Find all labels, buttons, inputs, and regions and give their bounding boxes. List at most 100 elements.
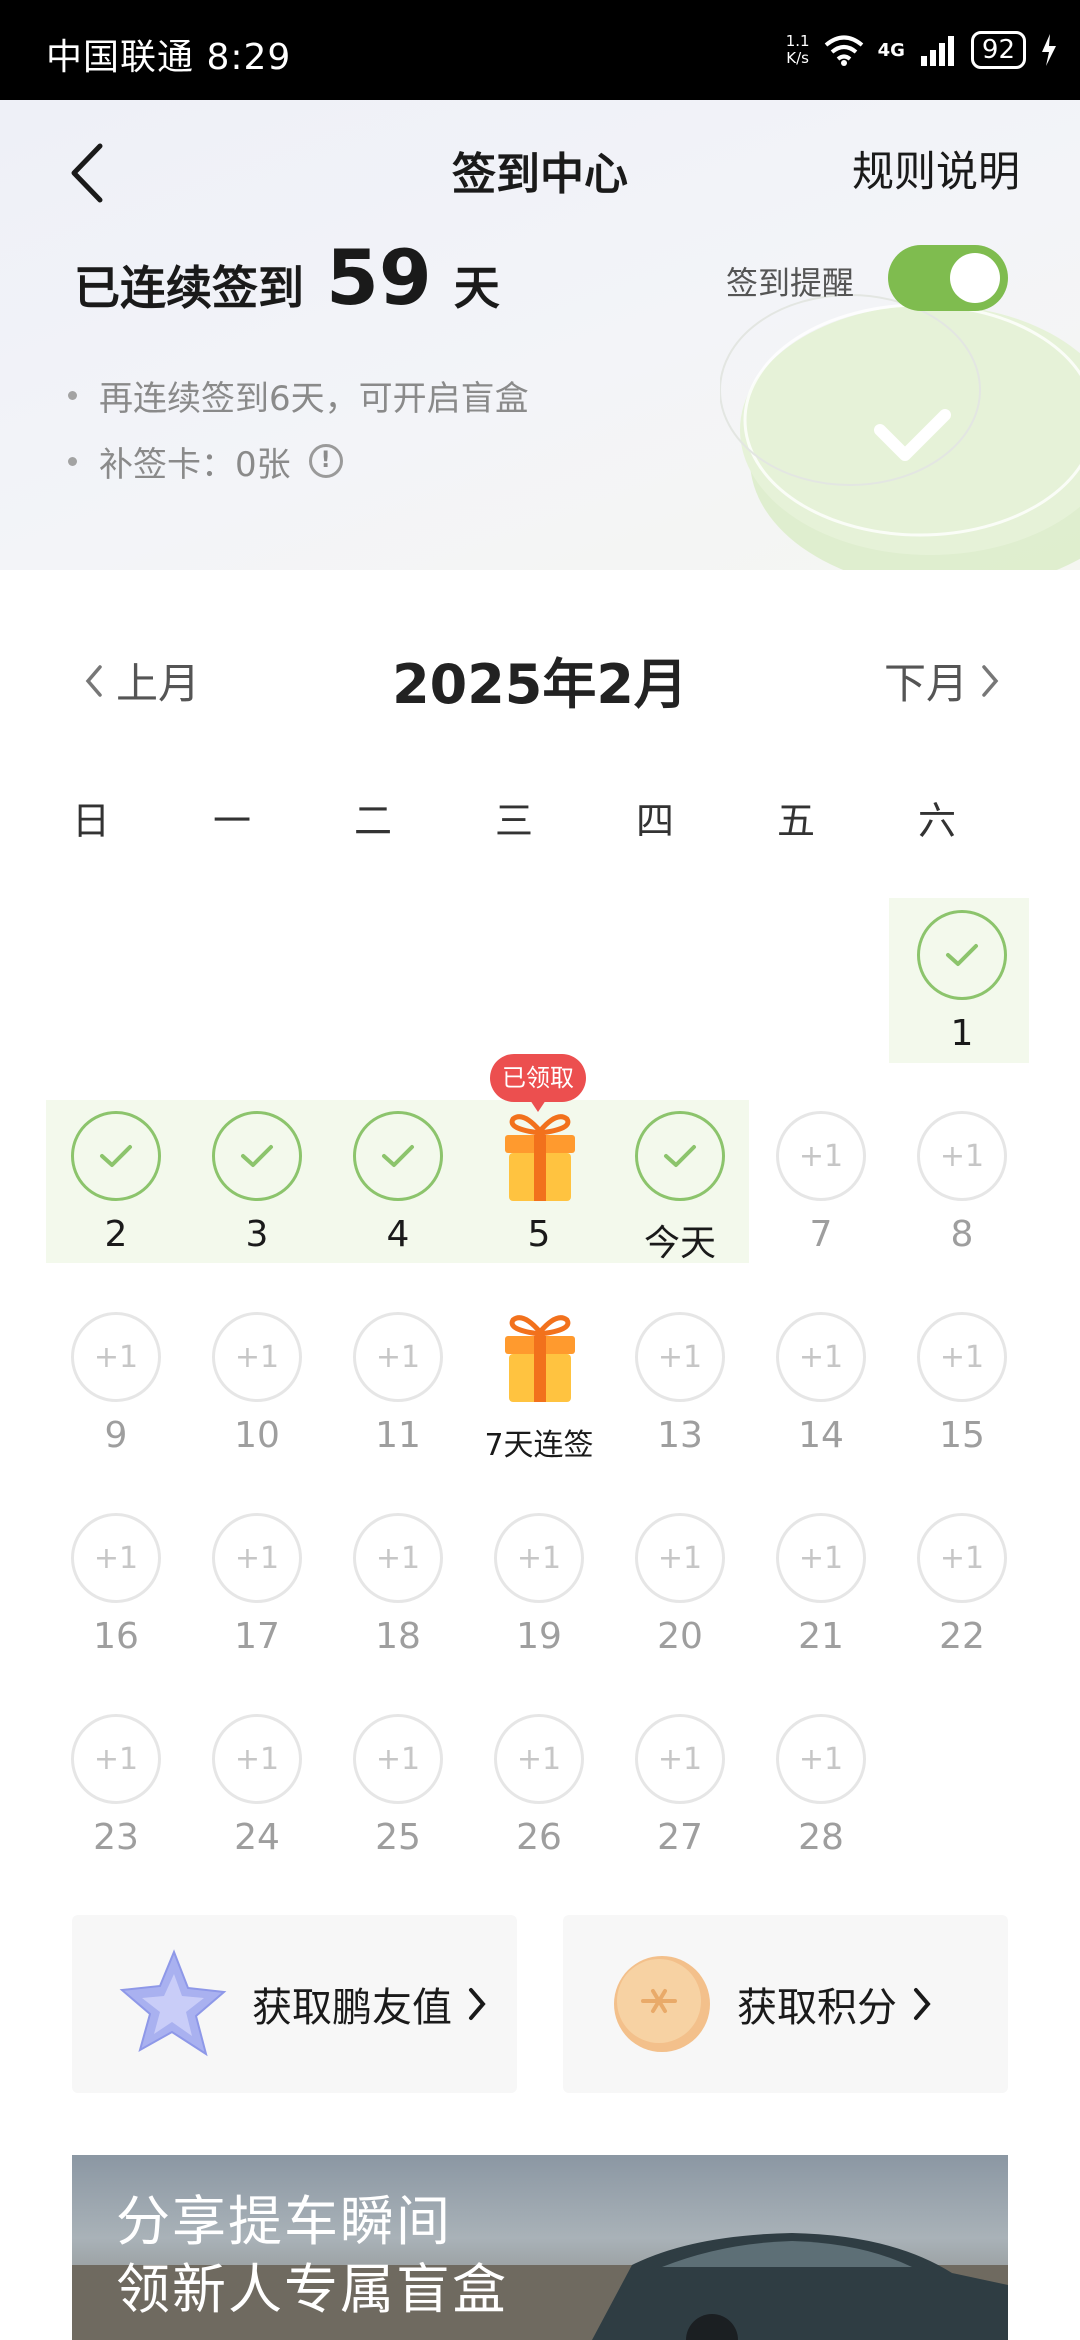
coin-icon (614, 1956, 710, 2052)
calendar-day[interactable]: +1 16 (46, 1501, 186, 1681)
chevron-right-icon (914, 1988, 931, 2020)
day-label: 18 (375, 1616, 421, 1657)
calendar-day[interactable]: 2 (46, 1099, 186, 1279)
calendar-day[interactable]: 3 (187, 1099, 327, 1279)
info-icon[interactable]: ! (308, 444, 343, 478)
checked-circle (353, 1111, 443, 1201)
day-label: 8 (950, 1214, 974, 1255)
streak-days: 59 (326, 233, 432, 322)
next-month-button[interactable]: 下月 (884, 650, 1002, 711)
weekday-label: 六 (917, 799, 956, 843)
calendar-day[interactable]: +1 20 (610, 1501, 750, 1681)
get-friend-value-card[interactable]: 获取鹏友值 (72, 1915, 517, 2093)
calendar-day[interactable]: +1 22 (892, 1501, 1032, 1681)
calendar-day[interactable]: +1 27 (610, 1702, 750, 1882)
day-label: 14 (798, 1415, 844, 1456)
day-label: 22 (939, 1616, 985, 1657)
calendar-day[interactable]: +1 24 (187, 1702, 327, 1882)
reminder-label: 签到提醒 (726, 264, 855, 302)
battery-level: 92 (970, 31, 1026, 69)
check-icon (241, 1145, 273, 1167)
day-label: 23 (93, 1817, 139, 1858)
gift-box-icon (505, 1114, 575, 1201)
chevron-right-icon (982, 664, 999, 697)
points-circle: +1 (353, 1513, 443, 1603)
day-label: 15 (939, 1415, 985, 1456)
calendar-day[interactable]: +1 7 (751, 1099, 891, 1279)
day-label: 10 (234, 1415, 280, 1456)
day-label: 17 (234, 1616, 280, 1657)
bullet-makeup-card: 补签卡：0张 ! (68, 428, 529, 494)
carrier-time: 中国联通 8:29 (46, 37, 292, 78)
chevron-right-icon (469, 1988, 486, 2020)
day-label: 1 (950, 1013, 974, 1054)
points-circle: +1 (494, 1513, 584, 1603)
points-circle: +1 (635, 1714, 725, 1804)
check-icon (664, 1145, 696, 1167)
bullet-blind-box: 再连续签到6天，可开启盲盒 (68, 362, 529, 428)
calendar-day[interactable]: +1 21 (751, 1501, 891, 1681)
calendar-day[interactable]: +1 18 (328, 1501, 468, 1681)
calendar-day[interactable]: 4 (328, 1099, 468, 1279)
streak-suffix: 天 (453, 261, 500, 315)
checked-circle (71, 1111, 161, 1201)
calendar-day[interactable]: +1 28 (751, 1702, 891, 1882)
calendar-day[interactable]: +1 8 (892, 1099, 1032, 1279)
day-label: 9 (104, 1415, 128, 1456)
calendar-day[interactable]: 5 (469, 1099, 609, 1279)
network-speed: 1.1 K/s (785, 32, 810, 67)
day-label: 5 (527, 1214, 551, 1255)
day-label: 21 (798, 1616, 844, 1657)
points-circle: +1 (776, 1312, 866, 1402)
get-points-card[interactable]: 获取积分 (563, 1915, 1008, 2093)
calendar-day[interactable]: +1 25 (328, 1702, 468, 1882)
day-label: 26 (516, 1817, 562, 1858)
calendar-day[interactable]: +1 11 (328, 1300, 468, 1480)
weekday-label: 五 (776, 799, 815, 843)
rules-link[interactable]: 规则说明 (852, 138, 1020, 199)
calendar-day[interactable]: +1 17 (187, 1501, 327, 1681)
reminder-toggle[interactable] (888, 245, 1008, 311)
wifi-icon (824, 35, 863, 66)
promo-banner[interactable]: 分享提车瞬间 领新人专属盲盒 (72, 2155, 1008, 2340)
toggle-knob (950, 253, 1000, 303)
points-circle: +1 (494, 1714, 584, 1804)
card-label: 获取鹏友值 (252, 1985, 452, 2031)
calendar-day[interactable]: 1 (892, 898, 1032, 1078)
day-label: 7 (809, 1214, 833, 1255)
star-icon (119, 1949, 227, 2057)
points-circle: +1 (635, 1312, 725, 1402)
status-bar: 中国联通 8:29 1.1 K/s 4G 92 (0, 0, 1080, 100)
weekday-label: 四 (635, 799, 674, 843)
calendar-day[interactable]: 今天 (610, 1099, 750, 1279)
calendar-day[interactable]: +1 19 (469, 1501, 609, 1681)
calendar-day[interactable]: +1 14 (751, 1300, 891, 1480)
calendar-day[interactable]: 7天连签 (469, 1300, 609, 1480)
points-circle: +1 (917, 1111, 1007, 1201)
day-label: 28 (798, 1817, 844, 1858)
weekday-header: 日一二三四五六 (21, 790, 1021, 850)
day-label: 3 (245, 1214, 269, 1255)
points-circle: +1 (917, 1513, 1007, 1603)
weekday-label: 日 (71, 799, 110, 843)
check-icon (946, 944, 978, 966)
day-label: 7天连签 (484, 1428, 594, 1463)
points-circle: +1 (212, 1714, 302, 1804)
calendar-day[interactable]: +1 10 (187, 1300, 327, 1480)
calendar-day[interactable]: +1 13 (610, 1300, 750, 1480)
points-circle: +1 (776, 1513, 866, 1603)
calendar-day[interactable]: +1 26 (469, 1702, 609, 1882)
card-label: 获取积分 (737, 1985, 897, 2031)
points-circle: +1 (212, 1513, 302, 1603)
charging-icon (1042, 34, 1056, 66)
calendar-day[interactable]: +1 9 (46, 1300, 186, 1480)
day-label: 24 (234, 1817, 280, 1858)
weekday-label: 三 (494, 799, 533, 843)
day-label: 11 (375, 1415, 421, 1456)
day-label: 4 (386, 1214, 410, 1255)
day-label: 2 (104, 1214, 128, 1255)
points-circle: +1 (635, 1513, 725, 1603)
calendar-day[interactable]: +1 23 (46, 1702, 186, 1882)
day-label: 13 (657, 1415, 703, 1456)
calendar-day[interactable]: +1 15 (892, 1300, 1032, 1480)
